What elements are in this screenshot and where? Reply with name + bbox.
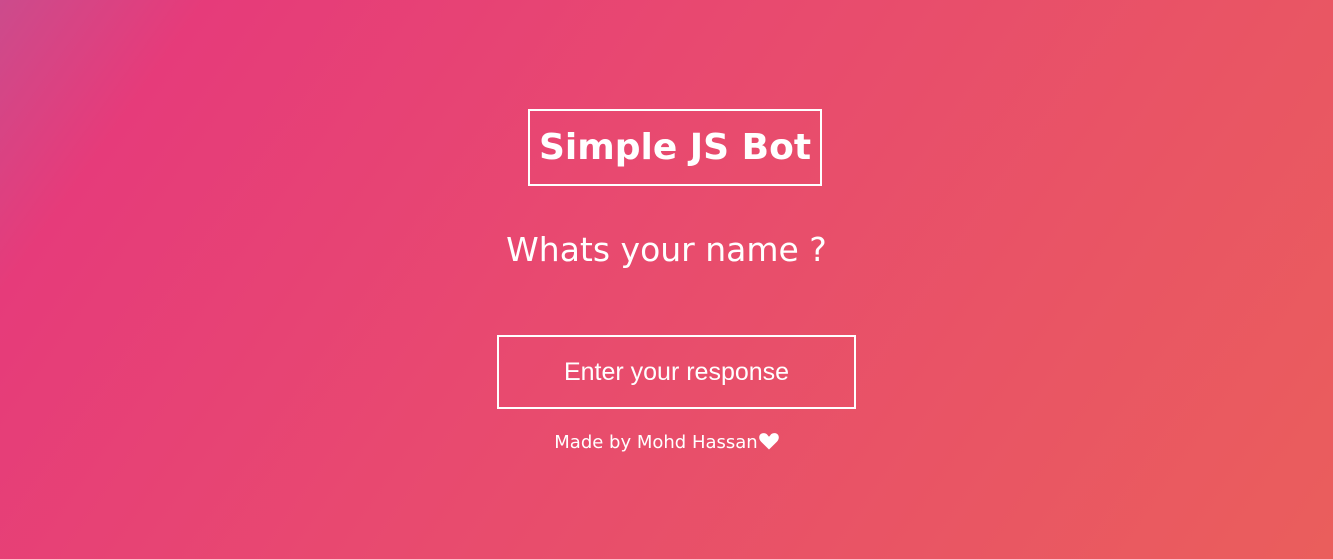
bot-question: Whats your name ? — [506, 230, 827, 269]
page-title: Simple JS Bot — [538, 127, 812, 168]
footer-credit: Made by Mohd Hassan — [0, 432, 1333, 455]
footer-credit-text: Made by Mohd Hassan — [554, 432, 758, 453]
heart-icon — [758, 433, 779, 455]
title-box: Simple JS Bot — [528, 109, 822, 186]
page: Simple JS Bot Whats your name ? Made by … — [0, 0, 1333, 559]
response-input[interactable] — [497, 335, 856, 409]
